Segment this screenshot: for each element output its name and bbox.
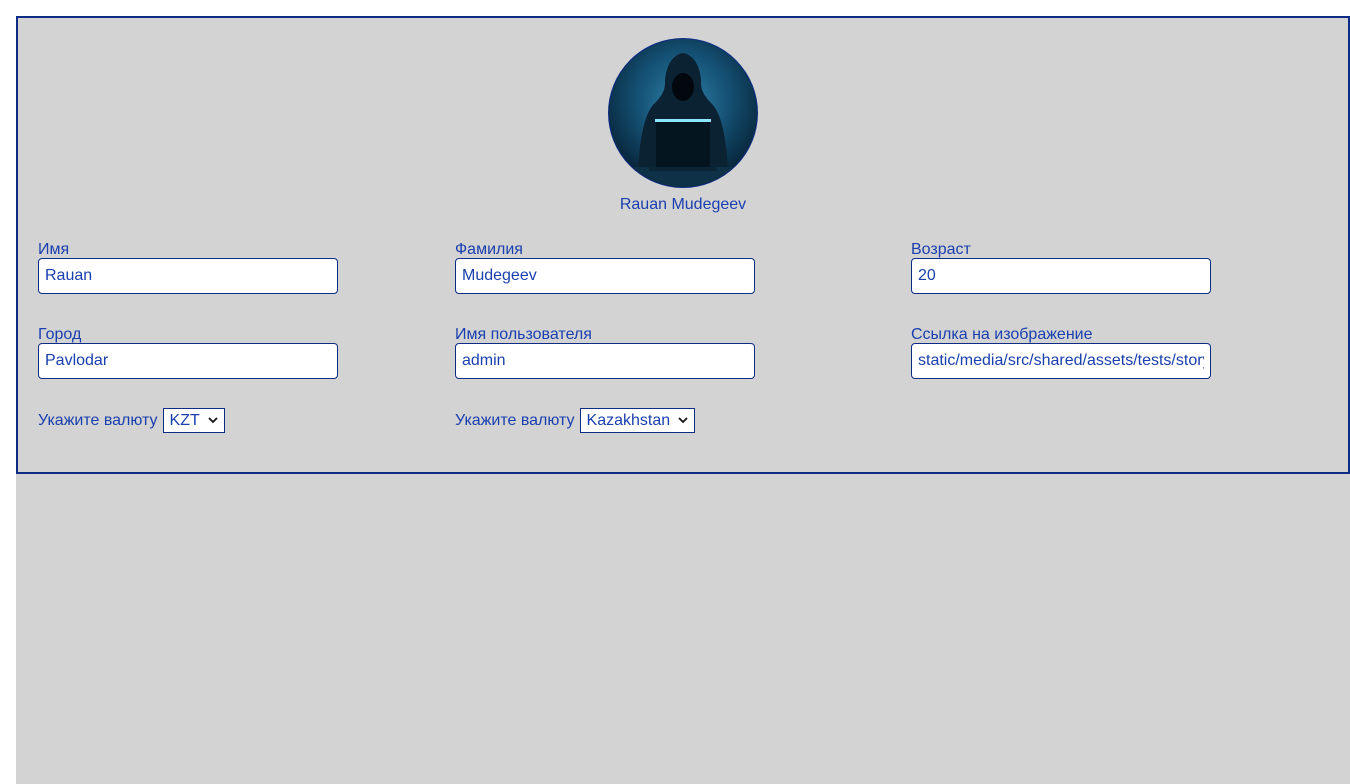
currency-select[interactable]: KZT <box>162 408 225 433</box>
currency-select-row: Укажите валюту KZT <box>38 408 225 433</box>
age-input[interactable] <box>911 258 1211 294</box>
first-name-field: Имя <box>38 240 338 294</box>
hooded-hacker-icon <box>609 39 757 187</box>
country-selected-value: Kazakhstan <box>586 412 671 429</box>
avatar <box>608 38 758 188</box>
currency-selected-value: KZT <box>169 412 200 429</box>
profile-full-name: Rauan Mudegeev <box>619 196 747 213</box>
avatar-link-label: Ссылка на изображение <box>911 326 1093 343</box>
chevron-down-icon <box>208 417 218 424</box>
chevron-down-icon <box>678 417 688 424</box>
last-name-input[interactable] <box>455 258 755 294</box>
city-field: Город <box>38 325 338 379</box>
first-name-label: Имя <box>38 241 70 258</box>
city-input[interactable] <box>38 343 338 379</box>
last-name-label: Фамилия <box>455 241 523 258</box>
currency-select-label: Укажите валюту <box>38 411 158 429</box>
city-label: Город <box>38 326 82 343</box>
first-name-input[interactable] <box>38 258 338 294</box>
avatar-link-field: Ссылка на изображение <box>911 325 1211 379</box>
profile-card: Rauan Mudegeev Имя Фамилия Возраст Город… <box>16 16 1350 474</box>
username-field: Имя пользователя <box>455 325 755 379</box>
last-name-field: Фамилия <box>455 240 755 294</box>
age-field: Возраст <box>911 240 1211 294</box>
country-select-row: Укажите валюту Kazakhstan <box>455 408 696 433</box>
country-select[interactable]: Kazakhstan <box>579 408 696 433</box>
age-label: Возраст <box>911 241 971 258</box>
username-label: Имя пользователя <box>455 326 592 343</box>
username-input[interactable] <box>455 343 755 379</box>
country-select-label: Укажите валюту <box>455 411 575 429</box>
avatar-link-input[interactable] <box>911 343 1211 379</box>
